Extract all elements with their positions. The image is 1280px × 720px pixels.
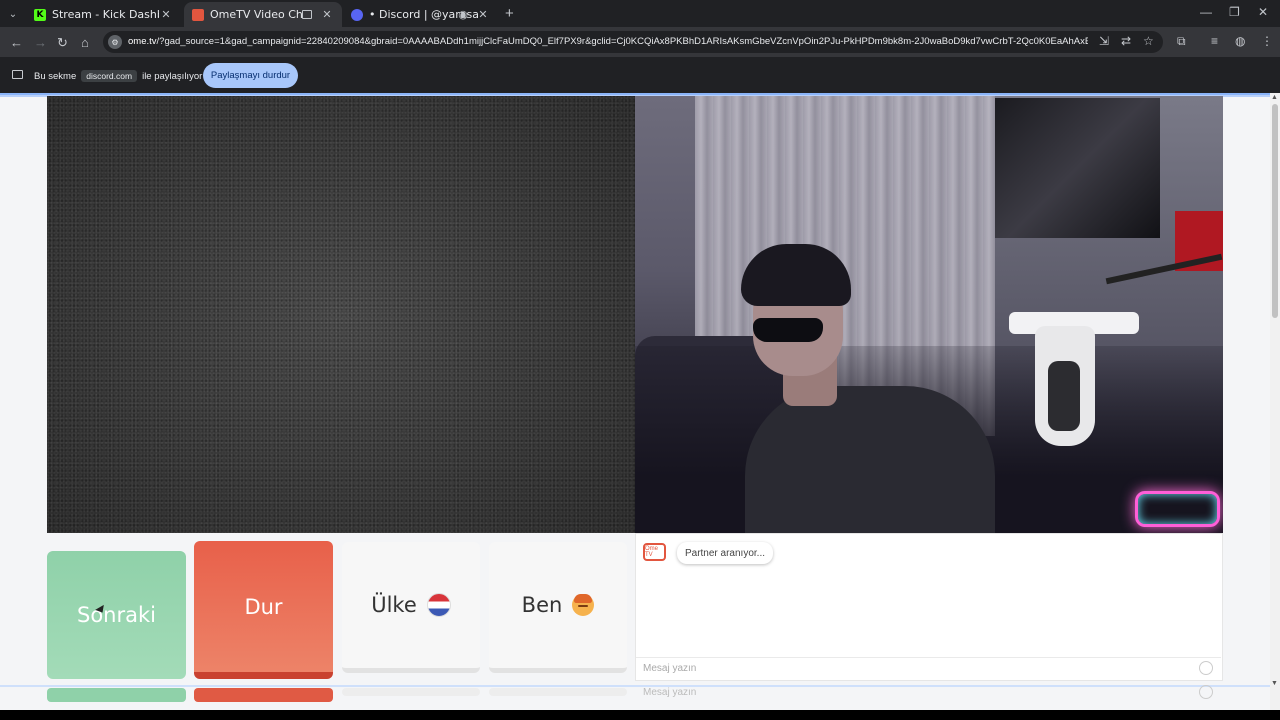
media-controls-icon[interactable]: ≡	[1211, 34, 1218, 48]
reload-icon[interactable]: ↻	[57, 35, 68, 51]
record-dot-icon: ◉	[458, 8, 468, 21]
next-button-shadow	[47, 688, 186, 702]
close-tab-icon[interactable]: ✕	[159, 8, 173, 21]
close-tab-icon[interactable]: ✕	[320, 8, 334, 21]
message-input-ghost: Mesaj yazın	[643, 686, 697, 698]
next-button[interactable]: Sonraki	[47, 551, 186, 679]
lion-poster	[995, 98, 1160, 238]
stop-button[interactable]: Dur	[194, 541, 333, 679]
emoji-picker-icon[interactable]	[1199, 661, 1213, 675]
me-button-shadow	[489, 688, 627, 696]
sharing-prefix: Bu sekme	[34, 70, 77, 82]
partner-video-static	[47, 96, 635, 533]
forward-arrow-icon[interactable]: →	[34, 35, 47, 50]
close-tab-icon[interactable]: ✕	[476, 8, 490, 21]
netherlands-flag-icon	[426, 593, 451, 617]
self-camera-video	[635, 96, 1223, 533]
ometv-favicon-icon	[192, 8, 204, 21]
emoji-picker-ghost-icon	[1199, 685, 1213, 699]
site-info-icon[interactable]: ⚙	[108, 35, 122, 49]
microphone-core	[1048, 361, 1080, 431]
message-input[interactable]: Mesaj yazın	[636, 657, 1221, 679]
stop-sharing-button[interactable]: Paylaşmayı durdur	[203, 63, 298, 88]
translate-icon[interactable]: ⇄	[1121, 34, 1131, 48]
person-body	[745, 386, 995, 533]
restore-icon[interactable]: ❐	[1229, 5, 1240, 19]
bottom-edge	[0, 710, 1280, 720]
kick-favicon-icon: K	[34, 8, 46, 21]
country-button-label: Ülke	[371, 593, 417, 617]
country-button-shadow	[342, 688, 480, 696]
home-icon[interactable]: ⌂	[81, 35, 89, 50]
url-query: /?gad_source=1&gad_campaignid=2284020908…	[156, 36, 1088, 47]
discord-favicon-icon	[351, 8, 363, 21]
me-button[interactable]: Ben	[489, 542, 627, 673]
tab-title: Stream - Kick Dashboard	[52, 8, 159, 21]
me-button-label: Ben	[521, 593, 563, 617]
screen-share-tab-icon	[302, 10, 312, 19]
tab-ometv[interactable]: OmeTV Video Chat — Ome ✕	[184, 2, 342, 27]
back-arrow-icon[interactable]: ←	[10, 35, 23, 50]
rgb-lamp	[1135, 491, 1220, 527]
tab-kick-dashboard[interactable]: K Stream - Kick Dashboard ✕	[26, 2, 181, 27]
ometv-logo-icon: Ome TV	[643, 543, 666, 561]
stop-button-shadow	[194, 688, 333, 702]
menu-dots-icon[interactable]: ⋮	[1261, 34, 1273, 48]
chat-status-message: Partner aranıyor...	[677, 542, 773, 564]
sharing-domain-chip: discord.com	[81, 70, 138, 82]
url-host: ome.tv	[128, 36, 157, 47]
new-tab-plus-icon[interactable]: +	[505, 5, 514, 22]
window-close-icon[interactable]: ✕	[1258, 5, 1268, 19]
tab-discord[interactable]: • Discord | @yarasata ◉ ✕	[343, 2, 498, 27]
screen-share-icon	[12, 70, 23, 79]
browser-window: ⌄ K Stream - Kick Dashboard ✕ OmeTV Vide…	[0, 0, 1280, 720]
url-text[interactable]: ome.tv/?gad_source=1&gad_campaignid=2284…	[128, 36, 1088, 47]
minimize-icon[interactable]: —	[1200, 5, 1212, 19]
boy-emoji-icon	[572, 594, 595, 616]
country-button[interactable]: Ülke	[342, 542, 480, 673]
scrollbar-thumb[interactable]	[1272, 104, 1278, 318]
extensions-icon[interactable]: ⧉	[1177, 34, 1186, 49]
bookmark-star-icon[interactable]: ☆	[1143, 34, 1154, 48]
tab-search-chevron-icon[interactable]: ⌄	[4, 5, 22, 23]
profile-avatar-icon[interactable]: ◍	[1235, 34, 1245, 48]
next-button-label: Sonraki	[77, 603, 156, 627]
tab-title: OmeTV Video Chat — Ome	[210, 8, 302, 21]
install-app-icon[interactable]: ⇲	[1099, 34, 1109, 48]
sharing-suffix: ile paylaşılıyor	[142, 70, 203, 82]
scroll-up-arrow-icon[interactable]: ▲	[1271, 94, 1278, 101]
sunglasses	[753, 318, 823, 342]
sharing-message: Bu sekme discord.com ile paylaşılıyor	[34, 70, 202, 82]
stop-button-label: Dur	[244, 594, 283, 619]
scroll-down-arrow-icon[interactable]: ▼	[1271, 680, 1278, 687]
